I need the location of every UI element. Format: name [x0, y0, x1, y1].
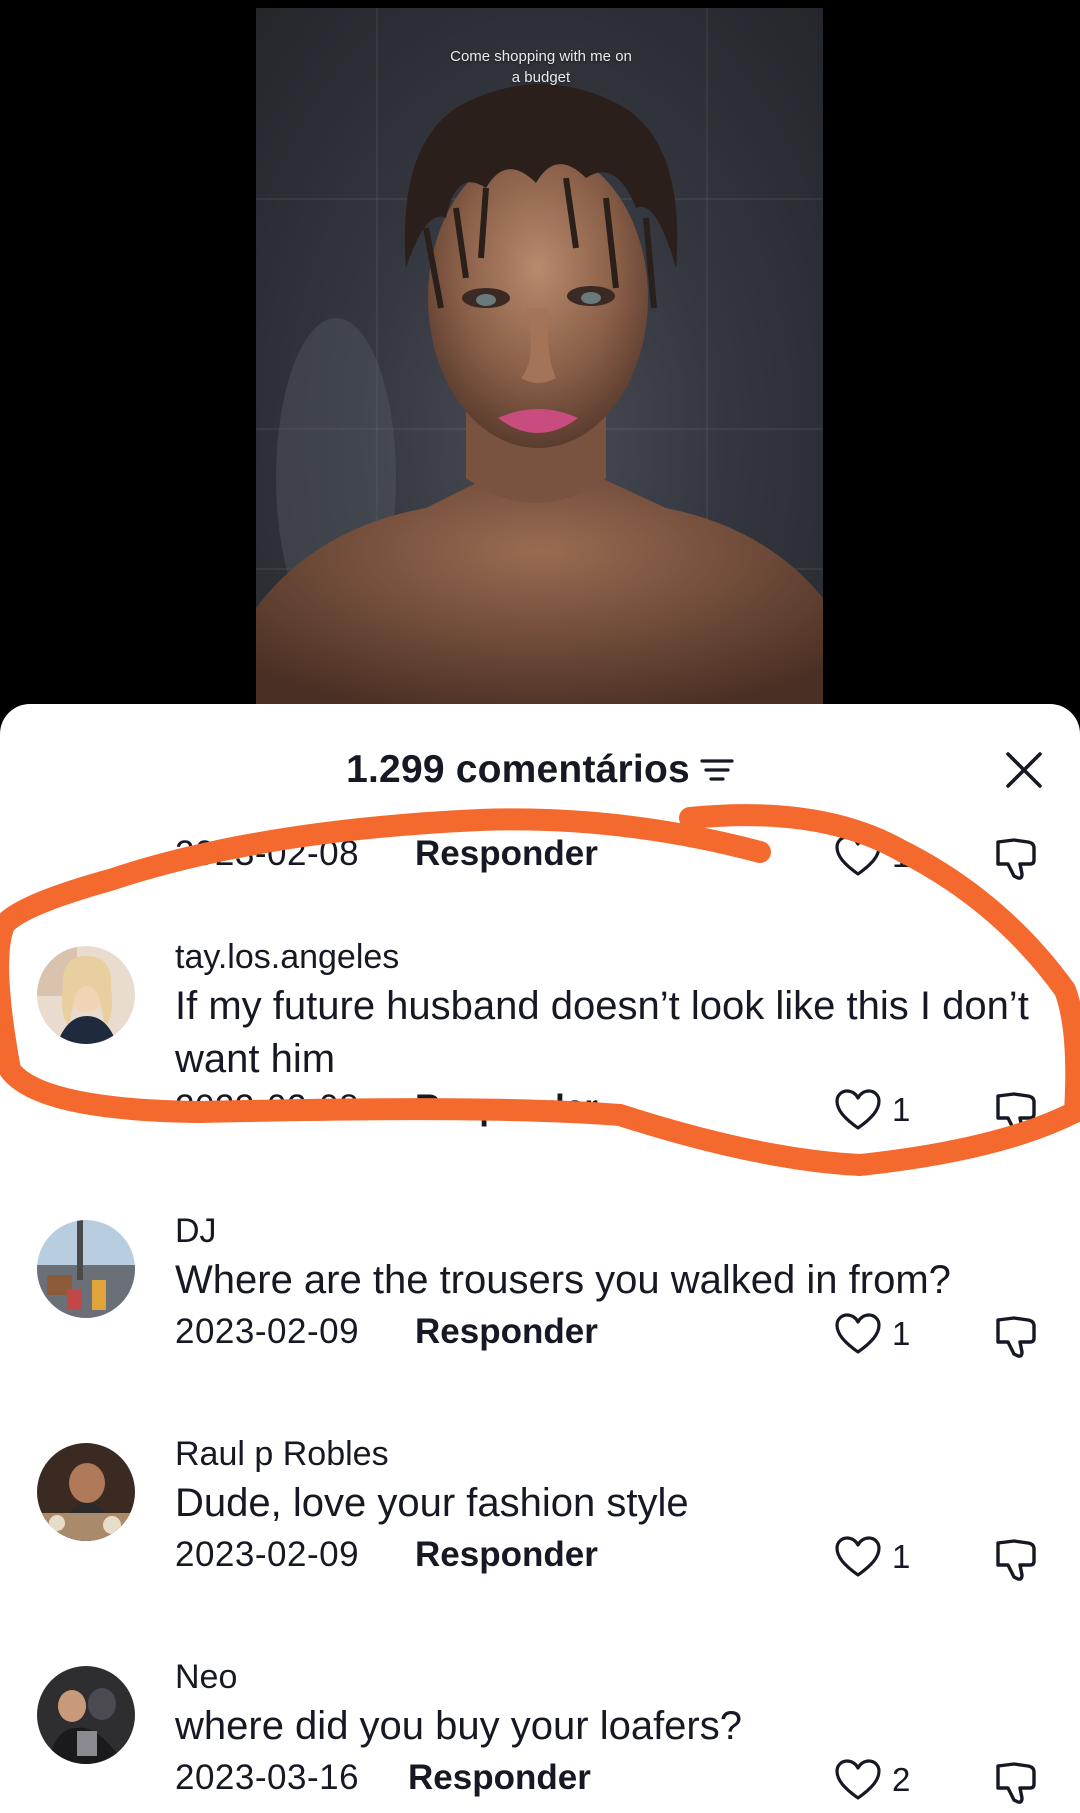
like-button[interactable]: 1: [834, 1088, 910, 1132]
avatar-image: [37, 1666, 135, 1764]
reply-button[interactable]: Responder: [408, 1758, 591, 1798]
comment-meta: 2023-03-16 Responder 2: [0, 1758, 1080, 1804]
like-button[interactable]: 1: [834, 1312, 910, 1356]
video-caption-line: Come shopping with me on: [450, 48, 632, 65]
video-frame[interactable]: Come shopping with me on a budget: [256, 8, 823, 720]
comment-meta: 2023-02-09 Responder 1: [0, 1312, 1080, 1358]
like-count: 1: [892, 1315, 911, 1352]
comments-list: 2023-02-08 Responder 1 tay.los.angeles I…: [0, 704, 1080, 1813]
heart-icon: [835, 835, 881, 876]
comment-text: Where are the trousers you walked in fro…: [175, 1258, 951, 1302]
comment-meta: 2023-02-09 Responder 1: [0, 1535, 1080, 1581]
heart-icon: [835, 1536, 881, 1577]
heart-icon: [835, 1313, 881, 1354]
thumbs-down-icon[interactable]: [992, 1088, 1040, 1136]
comment-meta: 2023-02-08 Responder 1: [0, 1088, 1080, 1134]
like-button[interactable]: 2: [834, 1758, 910, 1802]
like-count: 1: [892, 837, 911, 874]
thumbs-down-icon[interactable]: [992, 834, 1040, 882]
video-area: Come shopping with me on a budget: [0, 0, 1080, 720]
comment-date: 2023-03-16: [175, 1758, 360, 1797]
thumbs-down-icon[interactable]: [992, 1535, 1040, 1583]
comment-date: 2023-02-08: [175, 1088, 360, 1127]
thumbs-down-icon[interactable]: [992, 1758, 1040, 1806]
like-button[interactable]: 1: [834, 834, 910, 878]
comment-date: 2023-02-08: [175, 834, 360, 873]
thumbs-down-icon[interactable]: [992, 1312, 1040, 1360]
heart-icon: [835, 1089, 881, 1130]
comment-text: Dude, love your fashion style: [175, 1481, 689, 1525]
avatar[interactable]: [37, 946, 135, 1044]
avatar-image: [37, 1443, 135, 1541]
video-caption: Come shopping with me on a budget: [381, 46, 701, 88]
reply-button[interactable]: Responder: [415, 834, 598, 874]
reply-button[interactable]: Responder: [415, 1535, 598, 1575]
comments-sheet: 1.299 comentários 2023-02-08 Responder 1: [0, 704, 1080, 1813]
like-count: 2: [892, 1761, 911, 1798]
reply-button[interactable]: Responder: [415, 1312, 598, 1352]
comment-date: 2023-02-09: [175, 1535, 360, 1574]
comment-username[interactable]: DJ: [175, 1212, 217, 1251]
comment-date: 2023-02-09: [175, 1312, 360, 1351]
like-count: 1: [892, 1091, 911, 1128]
avatar-image: [37, 946, 135, 1044]
heart-icon: [835, 1759, 881, 1800]
comment-meta: 2023-02-08 Responder 1: [0, 834, 1080, 880]
comment-text: If my future husband doesn’t look like t…: [175, 984, 1029, 1081]
avatar[interactable]: [37, 1666, 135, 1764]
comment-username[interactable]: Raul p Robles: [175, 1435, 389, 1474]
reply-button[interactable]: Responder: [415, 1088, 598, 1128]
comment-text: where did you buy your loafers?: [175, 1704, 742, 1748]
comment-username[interactable]: Neo: [175, 1658, 237, 1697]
comment-username[interactable]: tay.los.angeles: [175, 938, 399, 977]
avatar[interactable]: [37, 1220, 135, 1318]
avatar-image: [37, 1220, 135, 1318]
avatar[interactable]: [37, 1443, 135, 1541]
like-button[interactable]: 1: [834, 1535, 910, 1579]
like-count: 1: [892, 1538, 911, 1575]
video-caption-line: a budget: [511, 69, 571, 86]
person-video-still: [256, 84, 823, 720]
